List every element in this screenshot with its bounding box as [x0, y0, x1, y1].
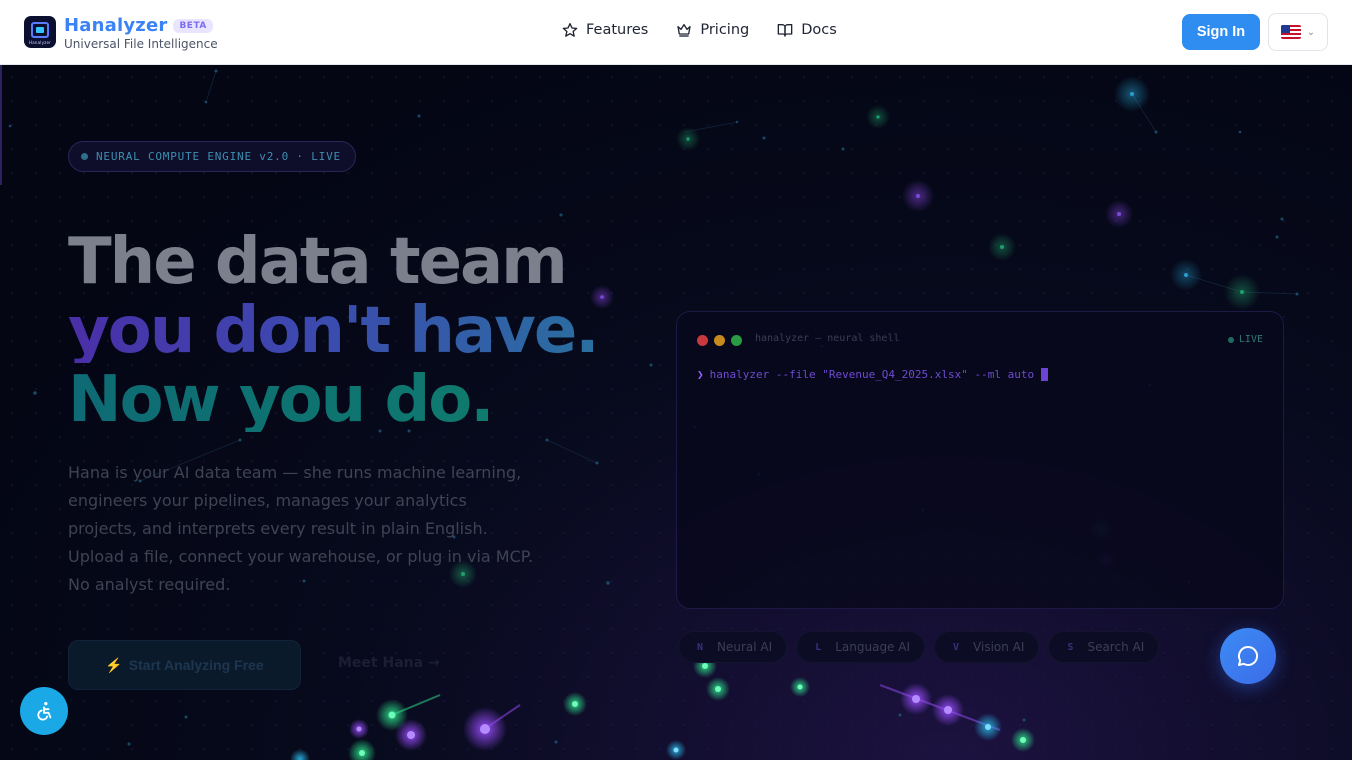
- chip-label: Search AI: [1087, 640, 1145, 654]
- start-analyzing-label: Start Analyzing Free: [128, 657, 264, 673]
- crown-icon: [677, 24, 692, 37]
- chip-letter: N: [697, 641, 704, 653]
- start-analyzing-button[interactable]: ⚡ Start Analyzing Free: [68, 640, 301, 690]
- logo-text: Hanalyzer: [29, 40, 51, 45]
- chip-language-ai[interactable]: L Language AI: [796, 631, 926, 663]
- bolt-icon: ⚡: [105, 656, 123, 673]
- chip-letter: S: [1067, 641, 1074, 653]
- terminal-command-line[interactable]: ❯ hanalyzer --file "Revenue_Q4_2025.xlsx…: [697, 368, 1049, 381]
- nav-docs-label: Docs: [801, 22, 837, 38]
- nav-features-label: Features: [586, 22, 649, 38]
- nav-docs[interactable]: Docs: [777, 22, 837, 38]
- sign-in-button[interactable]: Sign In: [1182, 14, 1260, 50]
- brand-tagline: Universal File Intelligence: [64, 37, 218, 51]
- prompt-icon: ❯: [697, 368, 704, 381]
- beta-badge: BETA: [173, 18, 213, 33]
- brand[interactable]: Hanalyzer Hanalyzer BETA Universal File …: [24, 15, 218, 51]
- chip-label: Language AI: [835, 640, 911, 654]
- status-dot: [81, 153, 88, 160]
- terminal-title: hanalyzer — neural shell: [755, 333, 900, 344]
- badge-text: NEURAL COMPUTE ENGINE v2.0 · LIVE: [96, 150, 341, 163]
- headline-line-1: The data team: [68, 225, 568, 299]
- chip-letter: L: [815, 641, 822, 653]
- logo-icon: [31, 22, 49, 38]
- accessibility-icon: [37, 702, 52, 721]
- text-cursor: [1041, 368, 1049, 381]
- chip-label: Vision AI: [973, 640, 1025, 654]
- engine-status-badge: NEURAL COMPUTE ENGINE v2.0 · LIVE: [68, 141, 356, 172]
- accessibility-button[interactable]: [20, 687, 68, 735]
- us-flag-icon: [1280, 25, 1301, 39]
- terminal-live-label: LIVE: [1238, 334, 1263, 345]
- ai-capability-chips: N Neural AI L Language AI V Vision AI S Sear…: [678, 631, 1160, 663]
- close-dot: [697, 335, 708, 346]
- chip-label: Neural AI: [717, 640, 773, 654]
- chip-letter: V: [953, 641, 960, 653]
- nav-pricing-label: Pricing: [700, 22, 750, 38]
- language-selector[interactable]: ⌄: [1268, 13, 1328, 51]
- brand-name[interactable]: Hanalyzer: [64, 15, 167, 36]
- terminal-command: hanalyzer --file "Revenue_Q4_2025.xlsx" …: [709, 368, 1035, 381]
- main-nav: Features Pricing Docs: [562, 22, 837, 38]
- star-icon: [562, 23, 578, 37]
- maximize-dot: [731, 335, 742, 346]
- chat-bubble-icon: [1238, 645, 1259, 666]
- neural-shell-terminal: hanalyzer — neural shell LIVE ❯ hanalyze…: [676, 311, 1284, 609]
- terminal-live-indicator: LIVE: [1227, 334, 1263, 345]
- book-icon: [777, 24, 793, 37]
- headline-line-2: you don't have.: [68, 294, 600, 368]
- logo[interactable]: Hanalyzer: [24, 16, 56, 48]
- window-controls: [697, 335, 742, 346]
- live-dot: [1227, 336, 1234, 343]
- site-header: Hanalyzer Hanalyzer BETA Universal File …: [0, 0, 1352, 65]
- chip-search-ai[interactable]: S Search AI: [1048, 631, 1160, 663]
- nav-features[interactable]: Features: [562, 22, 648, 38]
- chevron-down-icon: ⌄: [1306, 26, 1316, 38]
- chat-button[interactable]: [1220, 628, 1276, 684]
- chip-vision-ai[interactable]: V Vision AI: [934, 631, 1040, 663]
- nav-pricing[interactable]: Pricing: [676, 22, 749, 38]
- hero-section: NEURAL COMPUTE ENGINE v2.0 · LIVE The da…: [0, 65, 1352, 760]
- meet-hana-link[interactable]: Meet Hana →: [338, 655, 440, 671]
- headline-line-3: Now you do.: [68, 363, 495, 437]
- hero-description: Hana is your AI data team — she runs mac…: [68, 463, 534, 594]
- chip-neural-ai[interactable]: N Neural AI: [678, 631, 788, 663]
- minimize-dot: [714, 335, 725, 346]
